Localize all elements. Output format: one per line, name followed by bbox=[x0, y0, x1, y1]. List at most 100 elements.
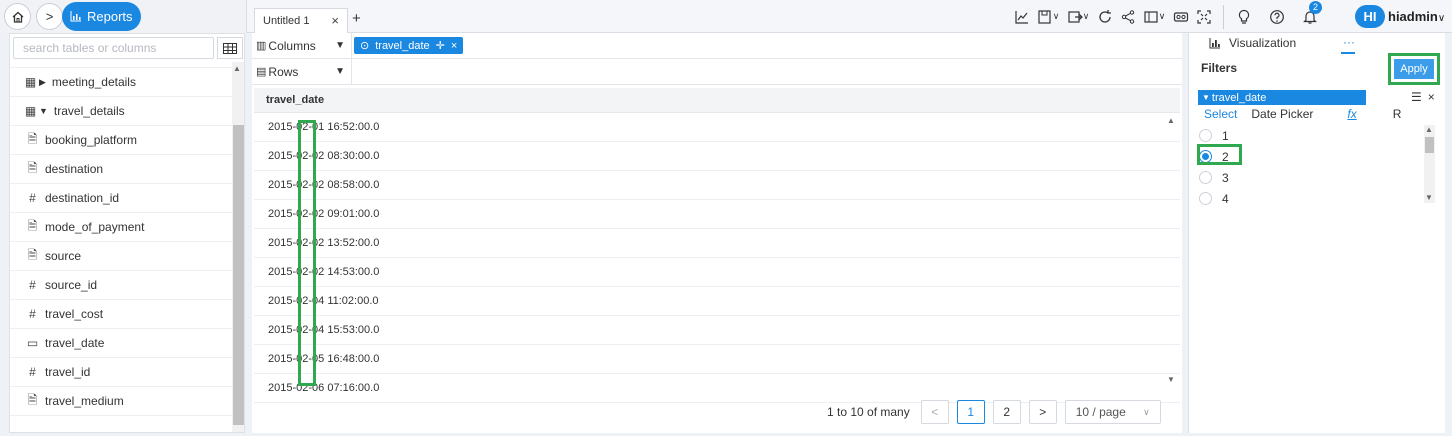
highlight-box-month bbox=[298, 120, 316, 386]
filter-option[interactable]: 1 bbox=[1197, 125, 1423, 146]
export-dropdown-icon[interactable]: ∨ bbox=[1063, 7, 1093, 27]
line-chart-icon[interactable] bbox=[1010, 7, 1033, 27]
table-scrollbar[interactable]: ▲ ▼ bbox=[1166, 113, 1178, 384]
field-destination-id[interactable]: # destination_id bbox=[10, 184, 232, 213]
caret-down-icon[interactable]: ▼ bbox=[335, 40, 345, 51]
table-icon: ▦ bbox=[24, 75, 37, 89]
close-tab-icon[interactable]: × bbox=[331, 13, 339, 28]
pagination: 1 to 10 of many < 1 2 > 10 / page ∨ bbox=[827, 400, 1161, 424]
help-icon[interactable] bbox=[1265, 7, 1288, 27]
fullscreen-icon[interactable] bbox=[1192, 7, 1215, 27]
close-icon[interactable]: × bbox=[1428, 90, 1435, 104]
page-1-button[interactable]: 1 bbox=[956, 400, 985, 424]
data-table: travel_date 2015-02-01 16:52:00.0 2015-0… bbox=[254, 88, 1180, 403]
filter-header-travel-date[interactable]: ▼ travel_date bbox=[1198, 90, 1366, 105]
refresh-icon[interactable] bbox=[1093, 7, 1116, 27]
field-travel-cost[interactable]: # travel_cost bbox=[10, 300, 232, 329]
layout-dropdown-icon[interactable]: ∨ bbox=[1139, 7, 1169, 27]
radio-button[interactable] bbox=[1199, 192, 1212, 205]
table-row: 2015-02-02 08:30:00.0 bbox=[254, 142, 1180, 171]
prev-page-button[interactable]: < bbox=[920, 400, 949, 424]
notification-badge: 2 bbox=[1309, 0, 1322, 14]
rows-icon: ▤ bbox=[256, 66, 267, 78]
field-label: booking_platform bbox=[45, 133, 138, 147]
save-dropdown-icon[interactable]: ∨ bbox=[1033, 7, 1063, 27]
highlight-box-apply: Apply bbox=[1388, 53, 1440, 85]
tab-r[interactable]: R bbox=[1393, 107, 1402, 121]
table-view-button[interactable] bbox=[217, 37, 243, 59]
scrollbar-thumb[interactable] bbox=[233, 125, 244, 425]
field-label: destination bbox=[45, 162, 104, 176]
column-chip-travel-date[interactable]: ⊙ travel_date ✛ × bbox=[354, 37, 464, 54]
scroll-up-icon[interactable]: ▲ bbox=[233, 64, 241, 73]
table-icon: ▦ bbox=[24, 104, 37, 118]
option-label: 4 bbox=[1222, 191, 1229, 206]
list-icon[interactable]: ☰ bbox=[1411, 90, 1422, 104]
properties-panel: Visualization ··· Filters Apply ▼ travel… bbox=[1188, 33, 1445, 433]
field-source-id[interactable]: # source_id bbox=[10, 271, 232, 300]
hash-icon: # bbox=[29, 278, 36, 292]
scroll-down-icon[interactable]: ▼ bbox=[1425, 193, 1433, 202]
field-travel-date[interactable]: ▭ travel_date bbox=[10, 329, 232, 358]
tree-table-meeting-details[interactable]: ▦ ▶ meeting_details bbox=[10, 68, 232, 97]
table-row: 2015-02-02 14:53:00.0 bbox=[254, 258, 1180, 287]
rows-shelf-label[interactable]: ▤ Rows ▼ bbox=[252, 58, 352, 85]
option-label: 1 bbox=[1222, 128, 1229, 143]
field-mode-of-payment[interactable]: 🗎 mode_of_payment bbox=[10, 213, 232, 242]
top-bar: > Reports Untitled 1 × + ∨ ∨ ∨ 2 HI hiad… bbox=[0, 0, 1452, 33]
home-button[interactable] bbox=[4, 3, 31, 30]
avatar[interactable]: HI bbox=[1355, 5, 1385, 28]
reports-breadcrumb[interactable]: Reports bbox=[62, 2, 141, 31]
field-label: mode_of_payment bbox=[45, 220, 145, 234]
field-booking-platform[interactable]: 🗎 booking_platform bbox=[10, 126, 232, 155]
table-row: 2015-02-05 16:48:00.0 bbox=[254, 345, 1180, 374]
tree-scrollbar[interactable]: ▲ bbox=[232, 62, 244, 432]
scroll-up-icon[interactable]: ▲ bbox=[1425, 125, 1433, 134]
chart-icon bbox=[70, 11, 81, 22]
caret-down-icon[interactable]: ▼ bbox=[335, 66, 345, 77]
viz-tab-label: Visualization bbox=[1229, 36, 1297, 50]
options-scrollbar[interactable]: ▲ ▼ bbox=[1424, 125, 1435, 203]
radio-button[interactable] bbox=[1199, 129, 1212, 142]
field-label: destination_id bbox=[45, 191, 120, 205]
caret-right-icon: ▶ bbox=[39, 76, 46, 87]
field-destination[interactable]: 🗎 destination bbox=[10, 155, 232, 184]
add-tab-icon[interactable]: + bbox=[352, 10, 361, 27]
field-travel-id[interactable]: # travel_id bbox=[10, 358, 232, 387]
notifications-button[interactable]: 2 bbox=[1298, 0, 1322, 27]
scroll-down-icon[interactable]: ▼ bbox=[1167, 375, 1175, 384]
tab-select[interactable]: Select bbox=[1204, 107, 1237, 121]
scroll-up-icon[interactable]: ▲ bbox=[1167, 116, 1175, 125]
field-label: source_id bbox=[45, 278, 98, 292]
caret-down-icon: ▼ bbox=[39, 106, 48, 116]
lightbulb-icon[interactable] bbox=[1232, 7, 1255, 27]
vr-icon[interactable] bbox=[1169, 7, 1192, 27]
close-icon[interactable]: × bbox=[451, 40, 457, 52]
tree-table-travel-details[interactable]: ▦ ▼ travel_details bbox=[10, 97, 232, 126]
apply-button[interactable]: Apply bbox=[1394, 59, 1434, 79]
table-row: 2015-02-04 15:53:00.0 bbox=[254, 316, 1180, 345]
scrollbar-thumb[interactable] bbox=[1425, 137, 1434, 153]
page-size-select[interactable]: 10 / page ∨ bbox=[1064, 400, 1161, 424]
tab-date-picker[interactable]: Date Picker bbox=[1251, 107, 1313, 121]
page-2-button[interactable]: 2 bbox=[992, 400, 1021, 424]
tab-fx[interactable]: fx bbox=[1347, 107, 1356, 121]
filter-option[interactable]: 4 bbox=[1197, 188, 1423, 209]
next-page-button[interactable]: > bbox=[1028, 400, 1057, 424]
more-tab[interactable]: ··· bbox=[1343, 35, 1355, 49]
field-source[interactable]: 🗎 source bbox=[10, 242, 232, 271]
columns-shelf-label[interactable]: ▥ Columns ▼ bbox=[252, 32, 352, 59]
radio-button[interactable] bbox=[1199, 171, 1212, 184]
text-icon: 🗎 bbox=[27, 131, 38, 146]
share-icon[interactable] bbox=[1116, 7, 1139, 27]
tab-visualization[interactable]: Visualization bbox=[1209, 36, 1296, 50]
filter-option[interactable]: 3 bbox=[1197, 167, 1423, 188]
field-travel-medium[interactable]: 🗎 travel_medium bbox=[10, 387, 232, 416]
filter-name: travel_date bbox=[1211, 91, 1267, 104]
move-icon[interactable]: ✛ bbox=[436, 39, 445, 52]
user-menu[interactable]: hiadmin∨ bbox=[1388, 9, 1445, 24]
tab-untitled-1[interactable]: Untitled 1 × bbox=[254, 8, 348, 33]
breadcrumb-forward-button[interactable]: > bbox=[36, 3, 63, 30]
search-input[interactable]: search tables or columns bbox=[13, 37, 214, 59]
column-header[interactable]: travel_date bbox=[254, 88, 1180, 113]
